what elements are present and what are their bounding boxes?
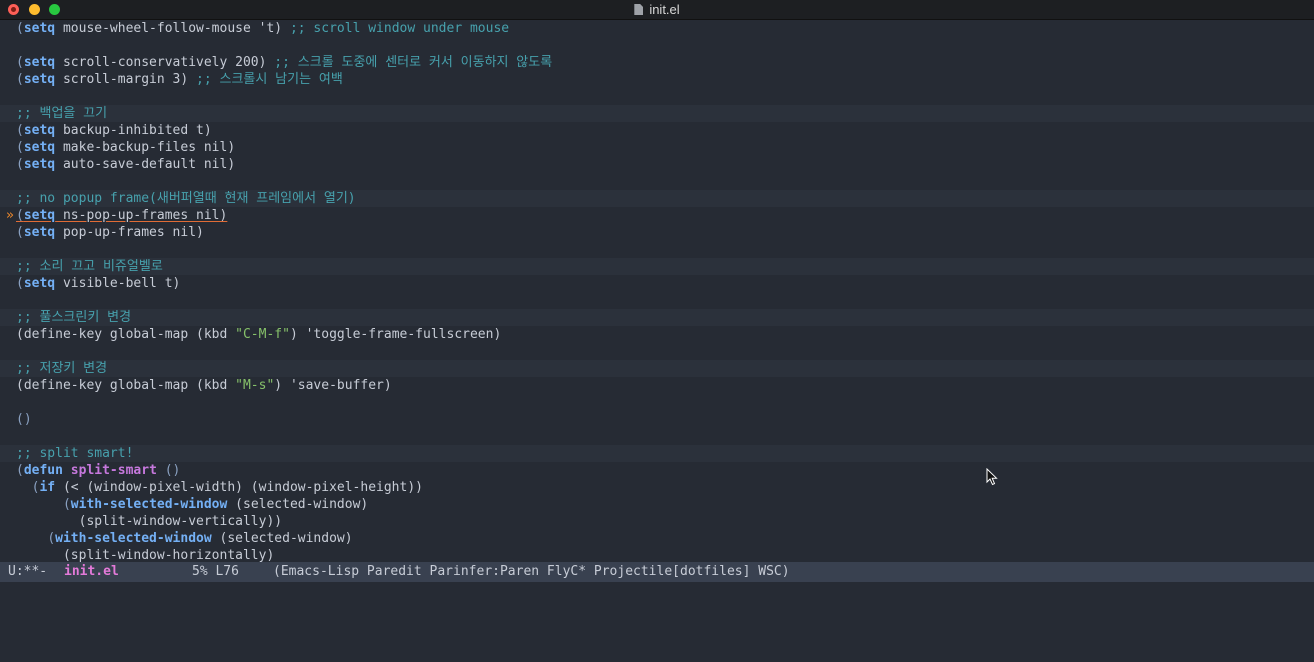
editor-buffer[interactable]: (setq mouse-wheel-follow-mouse 't) ;; sc… <box>0 20 1314 562</box>
code-line-28[interactable]: (if (< (window-pixel-width) (window-pixe… <box>0 479 1314 496</box>
keyword: setq <box>23 276 56 291</box>
keyword: setq <box>23 140 56 155</box>
keyword: setq <box>23 21 56 36</box>
code-text: (split-window-horizontally) <box>62 548 275 562</box>
keyword: setq <box>23 157 56 172</box>
code-line-24[interactable]: () <box>0 411 1314 428</box>
flycheck-fringe-icon: » <box>6 208 14 223</box>
minibuffer[interactable] <box>0 582 1314 596</box>
code-text: pop-up-frames nil) <box>55 225 204 240</box>
comment: ;; 저장키 변경 <box>16 361 108 376</box>
code-line-6[interactable]: ;; 백업을 끄기 <box>0 105 1314 122</box>
code-line-4[interactable]: (setq scroll-margin 3) ;; 스크롤시 남기는 여백 <box>0 71 1314 88</box>
code-text: scroll-margin 3) <box>55 72 197 87</box>
code-text: (define-key global-map (kbd <box>16 327 236 342</box>
keyword: setq <box>23 55 56 70</box>
code-line-15[interactable]: ;; 소리 끄고 비쥬얼벨로 <box>0 258 1314 275</box>
code-line-32[interactable]: (split-window-horizontally) <box>0 547 1314 562</box>
code-text: ) 'toggle-frame-fullscreen) <box>289 327 502 342</box>
keyword: with-selected-window <box>55 531 212 546</box>
keyword: setq <box>23 208 56 223</box>
comment: ;; no popup frame(새버퍼열때 현재 프레임에서 열기) <box>16 191 356 206</box>
code-text: () <box>16 412 32 427</box>
comment: ;; split smart! <box>16 446 134 461</box>
code-line-29[interactable]: (with-selected-window (selected-window) <box>0 496 1314 513</box>
function-name: split-smart <box>70 463 157 478</box>
modeline-buffer-name[interactable]: init.el <box>64 562 119 582</box>
code-text: (selected-window) <box>227 497 369 512</box>
code-line-3[interactable]: (setq scroll-conservatively 200) ;; 스크롤 … <box>0 54 1314 71</box>
code-text: scroll-conservatively 200) <box>55 55 275 70</box>
code-line-30[interactable]: (split-window-vertically)) <box>0 513 1314 530</box>
string-literal: "C-M-f" <box>235 327 290 342</box>
code-text: () <box>156 463 181 478</box>
modeline-modes[interactable]: (Emacs-Lisp Paredit Parinfer:Paren FlyC*… <box>273 562 790 582</box>
modeline-position: 5% L76 <box>192 564 239 579</box>
keyword: defun <box>23 463 63 478</box>
comment: ;; 풀스크린키 변경 <box>16 310 132 325</box>
code-text: (define-key global-map (kbd <box>16 378 236 393</box>
code-text: make-backup-files nil) <box>55 140 236 155</box>
code-line-13[interactable]: (setq pop-up-frames nil) <box>0 224 1314 241</box>
code-text: (< (window-pixel-width) (window-pixel-he… <box>55 480 423 495</box>
code-line-18[interactable]: ;; 풀스크린키 변경 <box>0 309 1314 326</box>
keyword: with-selected-window <box>70 497 228 512</box>
comment: ;; scroll window under mouse <box>289 21 510 36</box>
code-line-9[interactable]: (setq auto-save-default nil) <box>0 156 1314 173</box>
comment: ;; 소리 끄고 비쥬얼벨로 <box>16 259 163 274</box>
keyword: setq <box>23 72 56 87</box>
mouse-pointer-icon <box>986 468 998 486</box>
code-line-12[interactable]: » (setq ns-pop-up-frames nil) <box>0 207 1314 224</box>
code-line-26[interactable]: ;; split smart! <box>0 445 1314 462</box>
string-literal: "M-s" <box>235 378 275 393</box>
keyword: setq <box>23 225 56 240</box>
code-text: ns-pop-up-frames nil) <box>55 208 228 223</box>
code-line-11[interactable]: ;; no popup frame(새버퍼열때 현재 프레임에서 열기) <box>0 190 1314 207</box>
comment: ;; 스크롤시 남기는 여백 <box>196 72 343 87</box>
document-icon <box>634 4 644 15</box>
window-title-text: init.el <box>649 2 680 17</box>
code-text: mouse-wheel-follow-mouse 't) <box>55 21 290 36</box>
code-text: visible-bell t) <box>55 276 181 291</box>
code-line-21[interactable]: ;; 저장키 변경 <box>0 360 1314 377</box>
comment: ;; 백업을 끄기 <box>16 106 108 121</box>
code-line-27[interactable]: (defun split-smart () <box>0 462 1314 479</box>
modeline-state: U:**- <box>8 564 48 579</box>
keyword: setq <box>23 123 56 138</box>
code-line-7[interactable]: (setq backup-inhibited t) <box>0 122 1314 139</box>
code-text: (selected-window) <box>211 531 353 546</box>
code-text: ) 'save-buffer) <box>274 378 392 393</box>
title-bar: init.el <box>0 0 1314 20</box>
window-title: init.el <box>0 0 1314 19</box>
code-line-1[interactable]: (setq mouse-wheel-follow-mouse 't) ;; sc… <box>0 20 1314 37</box>
code-line-19[interactable]: (define-key global-map (kbd "C-M-f") 'to… <box>0 326 1314 343</box>
comment: ;; 스크롤 도중에 센터로 커서 이동하지 않도록 <box>274 55 553 70</box>
keyword: if <box>39 480 56 495</box>
code-line-16[interactable]: (setq visible-bell t) <box>0 275 1314 292</box>
code-text: backup-inhibited t) <box>55 123 212 138</box>
code-text: auto-save-default nil) <box>55 157 236 172</box>
code-text: (split-window-vertically)) <box>78 514 283 529</box>
code-line-22[interactable]: (define-key global-map (kbd "M-s") 'save… <box>0 377 1314 394</box>
mode-line: U:**- init.el 5% L76 (Emacs-Lisp Paredit… <box>0 562 1314 582</box>
code-line-8[interactable]: (setq make-backup-files nil) <box>0 139 1314 156</box>
code-line-31[interactable]: (with-selected-window (selected-window) <box>0 530 1314 547</box>
